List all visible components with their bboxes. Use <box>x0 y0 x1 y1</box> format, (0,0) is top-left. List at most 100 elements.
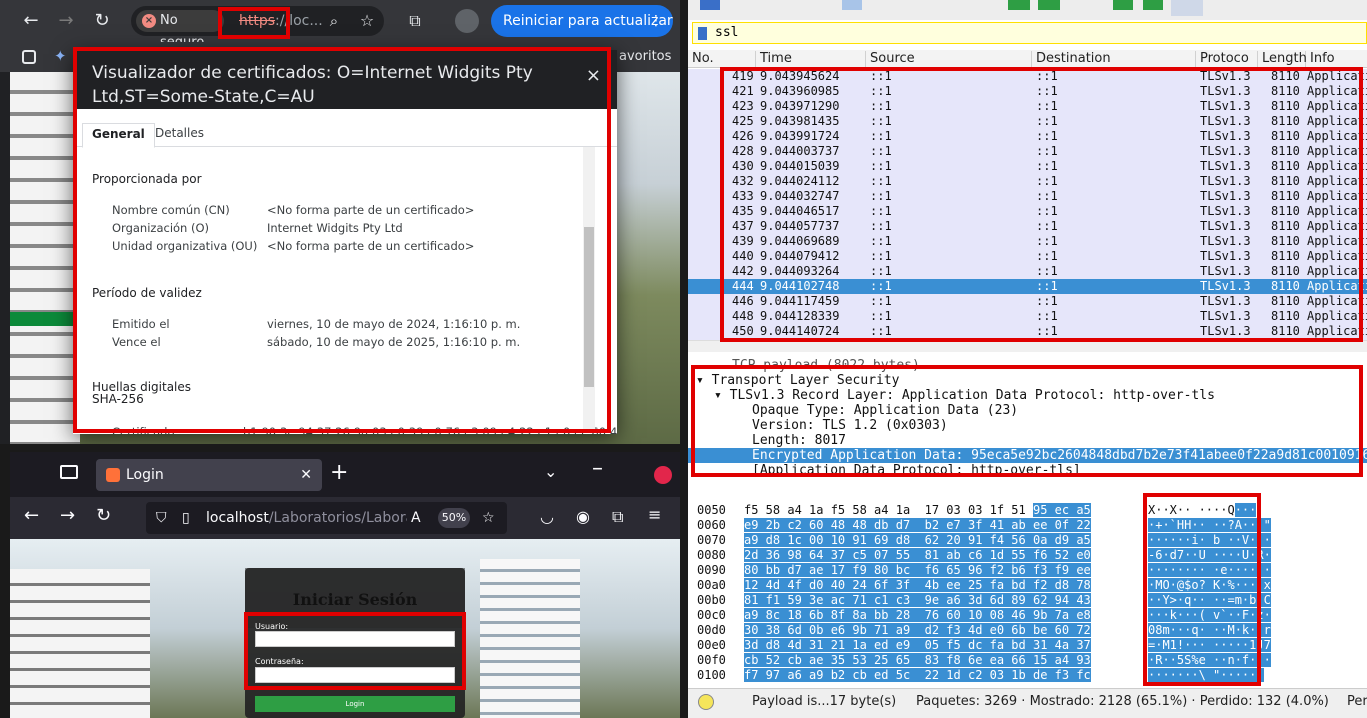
zoom-badge[interactable]: 50% <box>438 508 470 528</box>
col-destination[interactable]: Destination <box>1032 51 1196 67</box>
extensions-icon[interactable]: ⧉ <box>612 507 623 527</box>
go-forward-icon[interactable] <box>1038 0 1060 10</box>
col-no[interactable]: No. <box>688 51 756 67</box>
omnibox[interactable]: ×No seguro https://loc... ⌕ ☆ <box>131 6 384 50</box>
url-text[interactable]: https://loc... <box>239 6 323 36</box>
autoscroll-icon[interactable] <box>1171 0 1203 16</box>
bookmark-icon[interactable] <box>698 27 707 40</box>
packet-row[interactable]: 423 9.043971290::1::1 TLSv1.3 8110 Applicati… <box>688 99 1367 114</box>
packet-cell-dst: ::1 <box>1036 249 1058 263</box>
expert-info-icon[interactable] <box>698 694 714 710</box>
col-protocol[interactable]: Protoco <box>1196 51 1258 67</box>
packet-cell-dst: ::1 <box>1036 264 1058 278</box>
detail-opaque[interactable]: Opaque Type: Application Data (23) <box>688 403 1367 418</box>
packet-row[interactable]: 425 9.043981435::1::1 TLSv1.3 8110 Applicati… <box>688 114 1367 129</box>
forward-icon[interactable]: → <box>53 8 79 34</box>
packet-cell-info: Application <box>1307 129 1367 143</box>
go-last-icon[interactable] <box>1143 0 1163 10</box>
bookmarks-folder[interactable]: avoritos <box>619 49 671 64</box>
packet-row[interactable]: 421 9.043960985::1::1 TLSv1.3 8110 Applicati… <box>688 84 1367 99</box>
packet-list-hscroll[interactable] <box>688 340 1367 352</box>
packet-row[interactable]: 419 9.043945624::1::1 TLSv1.3 8110 Applicati… <box>688 69 1367 84</box>
tab-login[interactable]: Login ✕ <box>96 459 322 491</box>
start-capture-icon[interactable] <box>700 0 720 10</box>
chevron-down-icon[interactable]: ⌄ <box>544 462 557 481</box>
tab-list-icon[interactable] <box>60 465 78 479</box>
detail-encrypted[interactable]: Encrypted Application Data: 95eca5e92bc2… <box>688 448 1367 463</box>
packet-cell-src: ::1 <box>870 189 892 203</box>
col-length[interactable]: Length <box>1258 51 1307 67</box>
tab-close-icon[interactable]: ✕ <box>300 459 312 491</box>
packet-cell-proto: TLSv1.3 <box>1200 144 1251 158</box>
scrollbar-thumb[interactable] <box>584 227 594 387</box>
packet-row[interactable]: 430 9.044015039::1::1 TLSv1.3 8110 Applicati… <box>688 159 1367 174</box>
update-button[interactable]: Reiniciar para actualizar ⋮ <box>491 5 673 37</box>
detail-payload[interactable]: TCP payload (8022 bytes) <box>688 358 1367 373</box>
col-source[interactable]: Source <box>866 51 1032 67</box>
detail-length[interactable]: Length: 8017 <box>688 433 1367 448</box>
status-profile[interactable]: Per <box>1347 689 1367 715</box>
star-icon[interactable]: ☆ <box>354 8 380 34</box>
menu-icon[interactable]: ≡ <box>648 505 661 524</box>
col-time[interactable]: Time <box>756 51 866 67</box>
tab-details[interactable]: Detalles <box>146 123 213 146</box>
account-icon[interactable]: ◉ <box>576 507 590 526</box>
packet-row[interactable]: 439 9.044069689::1::1 TLSv1.3 8110 Applicati… <box>688 234 1367 249</box>
forward-icon[interactable]: → <box>60 505 75 526</box>
go-first-icon[interactable] <box>1113 0 1133 10</box>
packet-row[interactable]: 426 9.043991724::1::1 TLSv1.3 8110 Applicati… <box>688 129 1367 144</box>
dialog-scrollbar[interactable] <box>583 147 595 430</box>
go-back-icon[interactable] <box>1008 0 1030 10</box>
login-button[interactable]: Login <box>255 696 455 712</box>
packet-row[interactable]: 432 9.044024112::1::1 TLSv1.3 8110 Applicati… <box>688 174 1367 189</box>
translate-icon[interactable]: A <box>407 502 425 534</box>
hex-off: 0080 <box>697 548 726 562</box>
detail-version[interactable]: Version: TLS 1.2 (0x0303) <box>688 418 1367 433</box>
zoom-icon[interactable]: ⌕ <box>321 8 347 34</box>
packet-cell-no: 440 <box>732 249 754 263</box>
reload-icon[interactable]: ↻ <box>89 8 115 34</box>
packet-row[interactable]: 442 9.044093264::1::1 TLSv1.3 8110 Applicati… <box>688 264 1367 279</box>
packet-row[interactable]: 433 9.044032747::1::1 TLSv1.3 8110 Applicati… <box>688 189 1367 204</box>
packet-row[interactable]: 435 9.044046517::1::1 TLSv1.3 8110 Applicati… <box>688 204 1367 219</box>
packet-row[interactable]: 440 9.044079412::1::1 TLSv1.3 8110 Applicati… <box>688 249 1367 264</box>
display-filter[interactable]: ssl <box>692 22 1367 44</box>
hex-ascii: ·MO·@$o? K·%····x <box>1148 578 1271 593</box>
detail-app-proto[interactable]: [Application Data Protocol: http-over-tl… <box>688 463 1367 478</box>
avatar[interactable] <box>455 9 479 33</box>
tab-general[interactable]: General <box>82 123 155 148</box>
detail-record[interactable]: ▾ TLSv1.3 Record Layer: Application Data… <box>688 388 1367 403</box>
gemini-icon[interactable]: ✦ <box>54 47 67 65</box>
col-info[interactable]: Info <box>1306 51 1367 67</box>
new-tab-button[interactable]: + <box>330 460 348 485</box>
user-input[interactable] <box>255 631 455 647</box>
packet-cell-dst: ::1 <box>1036 279 1058 293</box>
packet-row[interactable]: 437 9.044057737::1::1 TLSv1.3 8110 Applicati… <box>688 219 1367 234</box>
reload-icon[interactable]: ↻ <box>96 505 111 526</box>
chatgpt-icon[interactable] <box>22 50 36 64</box>
password-input[interactable] <box>255 667 455 683</box>
packet-row[interactable]: 448 9.044128339::1::1 TLSv1.3 8110 Applicati… <box>688 309 1367 324</box>
extensions-icon[interactable]: ⧉ <box>402 8 428 34</box>
open-icon[interactable] <box>842 0 862 10</box>
hex-off: 00d0 <box>697 623 726 637</box>
back-icon[interactable]: ← <box>18 8 44 34</box>
not-secure-chip[interactable]: ×No seguro <box>136 10 224 50</box>
window-close-icon[interactable] <box>654 466 672 484</box>
minimize-icon[interactable]: – <box>592 456 603 481</box>
packet-row[interactable]: 446 9.044117459::1::1 TLSv1.3 8110 Applicati… <box>688 294 1367 309</box>
pocket-icon[interactable]: ◡ <box>540 507 554 526</box>
back-icon[interactable]: ← <box>24 505 39 526</box>
close-icon[interactable]: × <box>586 64 601 88</box>
hex-sel: 80 bb d7 ae 17 f9 80 bc f6 65 96 f2 b6 f… <box>744 563 1091 577</box>
shield-icon[interactable]: ⛉ <box>156 502 167 534</box>
firefox-url-bar[interactable]: ⛉ ▯ localhost/Laboratorios/Labora A 50% … <box>146 502 507 534</box>
packet-row[interactable]: 450 9.044140724::1::1 TLSv1.3 8110 Applicati… <box>688 324 1367 339</box>
packet-row[interactable]: 428 9.044003737::1::1 TLSv1.3 8110 Applicati… <box>688 144 1367 159</box>
packet-cell-len: 8110 <box>1271 189 1300 203</box>
packet-row[interactable]: 444 9.044102748::1::1 TLSv1.3 8110 Applicati… <box>688 279 1367 294</box>
packet-cell-no: 435 <box>732 204 754 218</box>
hex-sel: e9 2b c2 60 48 48 db d7 b2 e7 3f 41 ab e… <box>744 518 1091 532</box>
detail-tls[interactable]: ▾ Transport Layer Security <box>688 373 1367 388</box>
star-icon[interactable]: ☆ <box>482 502 495 534</box>
